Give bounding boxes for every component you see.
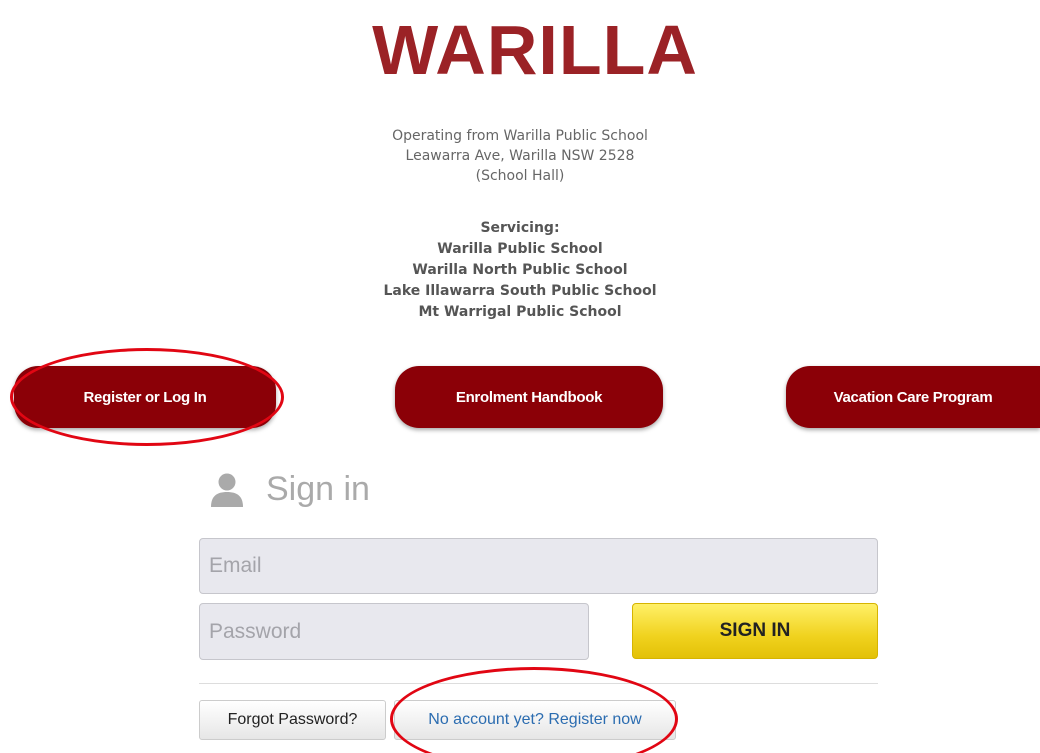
password-input[interactable] bbox=[199, 603, 589, 660]
servicing-title: Servicing: bbox=[480, 220, 560, 236]
school-item: Lake Illawarra South Public School bbox=[383, 283, 657, 299]
register-or-login-button[interactable]: Register or Log In bbox=[14, 366, 276, 428]
user-icon bbox=[211, 473, 243, 507]
warilla-logo: WARILLA bbox=[372, 11, 698, 89]
email-input[interactable] bbox=[199, 538, 878, 594]
school-item: Mt Warrigal Public School bbox=[418, 304, 622, 320]
address-block: Operating from Warilla Public School Lea… bbox=[300, 126, 740, 186]
enrolment-handbook-button[interactable]: Enrolment Handbook bbox=[395, 366, 663, 428]
signin-button[interactable]: SIGN IN bbox=[632, 603, 878, 659]
register-now-button[interactable]: No account yet? Register now bbox=[394, 700, 676, 740]
vacation-care-program-button[interactable]: Vacation Care Program bbox=[786, 366, 1040, 428]
forgot-password-button[interactable]: Forgot Password? bbox=[199, 700, 386, 740]
signin-heading: Sign in bbox=[210, 470, 370, 509]
divider bbox=[199, 683, 878, 684]
servicing-block: Servicing: Warilla Public School Warilla… bbox=[300, 218, 740, 323]
address-line: (School Hall) bbox=[475, 168, 565, 184]
school-item: Warilla North Public School bbox=[412, 262, 628, 278]
school-item: Warilla Public School bbox=[437, 241, 603, 257]
address-line: Operating from Warilla Public School bbox=[392, 128, 648, 144]
signin-title: Sign in bbox=[266, 470, 370, 508]
address-line: Leawarra Ave, Warilla NSW 2528 bbox=[405, 148, 635, 164]
